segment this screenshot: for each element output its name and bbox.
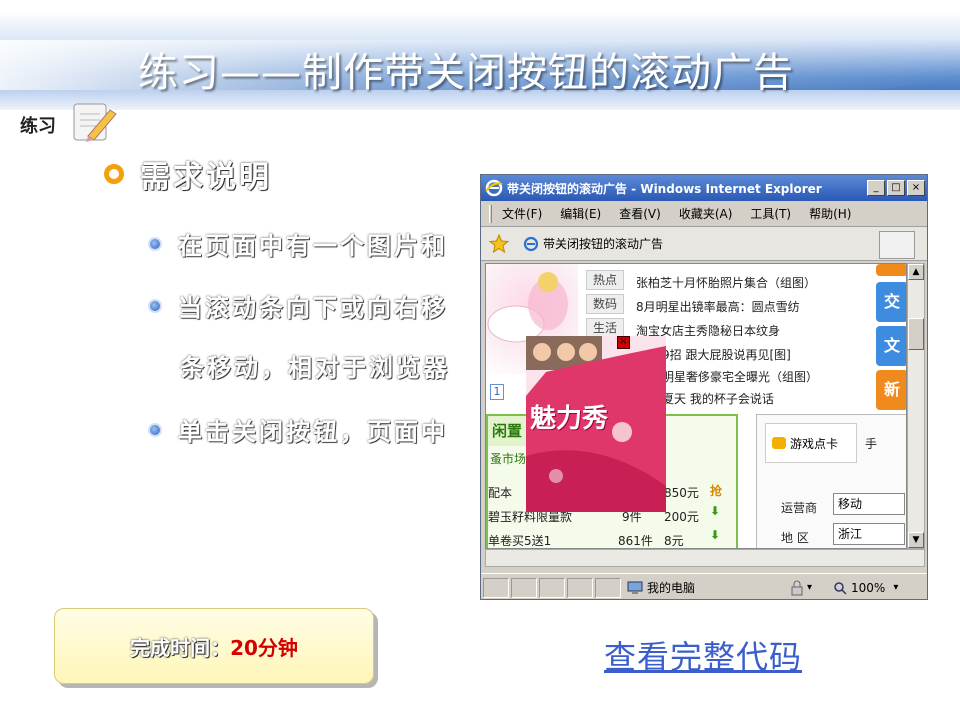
horizontal-scrollbar[interactable] <box>485 549 925 567</box>
menu-file[interactable]: 文件(F) <box>502 205 542 222</box>
news-link[interactable]: 8月明星出镜率最高：圆点雪纺 <box>636 298 800 315</box>
requirements-heading: 需求说明 <box>104 152 272 196</box>
ring-bullet-icon <box>104 164 124 184</box>
region-label: 地 区 <box>781 531 809 545</box>
vertical-scrollbar[interactable]: ▲ ▼ <box>907 263 925 549</box>
menu-help[interactable]: 帮助(H) <box>809 205 851 222</box>
favorites-star-icon[interactable] <box>489 233 509 254</box>
market-item-name[interactable]: 配本 <box>488 484 512 501</box>
market-item-price: 200元 <box>664 510 699 524</box>
time-value: 20分钟 <box>230 635 298 660</box>
pager-button[interactable]: 1 <box>490 384 504 400</box>
news-tag[interactable]: 热点 <box>586 270 624 290</box>
side-button-top[interactable] <box>876 264 906 276</box>
bullet-text: 当滚动条向下或向右移 <box>178 294 448 322</box>
news-link[interactable]: 9招 跟大屁股说再见[图] <box>662 346 791 363</box>
carrier-label: 运营商 <box>781 501 818 515</box>
menu-grip <box>489 204 492 223</box>
page-viewport[interactable]: 热点 数码 生活 张柏芝十月怀胎照片集合（组图） 8月明星出镜率最高：圆点雪纺 … <box>485 263 907 549</box>
chevron-down-icon: ▾ <box>807 582 813 593</box>
time-label: 完成时间： <box>130 635 231 660</box>
ad-text: 魅力秀 <box>530 404 609 434</box>
menu-view[interactable]: 查看(V) <box>619 205 661 222</box>
phone-tab[interactable]: 手 <box>865 435 877 452</box>
view-code-link[interactable]: 查看完整代码 <box>604 632 802 678</box>
page-ie-icon <box>523 236 539 251</box>
market-item-price: 850元 <box>664 486 699 500</box>
ie-titlebar: 带关闭按钮的滚动广告 - Windows Internet Explorer _… <box>481 175 927 201</box>
completion-time-box: 完成时间： 20分钟 <box>54 608 374 684</box>
scroll-thumb[interactable] <box>908 318 924 350</box>
recharge-panel: 游戏点卡 手 运营商 移动 地 区 浙江 <box>756 414 906 548</box>
dot-bullet-icon <box>148 422 162 437</box>
status-cell <box>511 577 537 598</box>
requirements-heading-text: 需求说明 <box>140 160 272 195</box>
protected-mode-icon[interactable]: ▾ <box>789 580 829 596</box>
close-window-button[interactable]: × <box>907 180 925 196</box>
ad-close-button[interactable]: × <box>617 336 630 349</box>
computer-icon <box>627 581 643 594</box>
dot-bullet-icon <box>148 236 162 251</box>
news-tag[interactable]: 生活 <box>586 318 624 338</box>
bullet-continuation: 条移动，相对于浏览器 <box>180 354 450 382</box>
floating-ad[interactable]: 魅力秀 <box>526 336 666 512</box>
ie-menubar: 文件(F) 编辑(E) 查看(V) 收藏夹(A) 工具(T) 帮助(H) <box>481 201 927 227</box>
minimize-button[interactable]: _ <box>867 180 885 196</box>
tab-title[interactable]: 带关闭按钮的滚动广告 <box>543 235 663 252</box>
status-cell <box>595 577 621 598</box>
grab-icon[interactable]: 抢 <box>710 482 722 499</box>
lock-icon <box>791 580 803 595</box>
scroll-down-arrow-icon[interactable]: ▼ <box>908 532 924 548</box>
side-button[interactable]: 交 <box>876 282 906 322</box>
region-select[interactable]: 浙江 <box>833 523 905 545</box>
down-arrow-icon[interactable]: ⬇ <box>710 528 720 542</box>
ie-window: 带关闭按钮的滚动广告 - Windows Internet Explorer _… <box>480 174 928 600</box>
menu-tools[interactable]: 工具(T) <box>750 205 791 222</box>
zoom-control[interactable]: 100% ▾ <box>833 581 898 595</box>
bullet-text: 在页面中有一个图片和 <box>178 232 448 260</box>
zoom-icon <box>834 581 847 595</box>
market-item-count: 861件 <box>618 534 653 548</box>
menu-edit[interactable]: 编辑(E) <box>560 205 601 222</box>
game-card-label: 游戏点卡 <box>790 436 839 451</box>
news-link[interactable]: 夏天 我的杯子会说话 <box>662 390 774 407</box>
status-cell <box>483 577 509 598</box>
status-cell <box>567 577 593 598</box>
bullet-item: 在页面中有一个图片和 <box>148 226 448 261</box>
side-button[interactable]: 新 <box>876 370 906 410</box>
bullet-text: 单击关闭按钮，页面中 <box>178 418 448 446</box>
slide-title: 练习——制作带关闭按钮的滚动广告 <box>138 50 794 96</box>
ie-statusbar: 我的电脑 ▾ 100% ▾ <box>481 573 927 599</box>
market-panel-sub[interactable]: 蚤市场 <box>490 450 526 467</box>
dot-bullet-icon <box>148 298 162 313</box>
security-zone: 我的电脑 <box>627 579 787 596</box>
tab-action-button[interactable] <box>879 231 915 259</box>
market-item-price: 8元 <box>664 534 684 548</box>
security-zone-label: 我的电脑 <box>647 581 696 595</box>
practice-label: 练习 <box>18 112 58 138</box>
status-cell <box>539 577 565 598</box>
scroll-up-arrow-icon[interactable]: ▲ <box>908 264 924 280</box>
bullet-item: 单击关闭按钮，页面中 <box>148 412 448 447</box>
bullet-item: 当滚动条向下或向右移 <box>148 288 448 323</box>
news-tag[interactable]: 数码 <box>586 294 624 314</box>
maximize-button[interactable]: □ <box>887 180 905 196</box>
zoom-level: 100% <box>851 580 886 595</box>
market-item-name[interactable]: 单卷买5送1 <box>488 532 551 548</box>
menu-favorites[interactable]: 收藏夹(A) <box>679 205 733 222</box>
news-link[interactable]: 明星奢侈豪宅全曝光（组图） <box>662 368 818 385</box>
down-arrow-icon[interactable]: ⬇ <box>710 504 720 518</box>
carrier-select[interactable]: 移动 <box>833 493 905 515</box>
ie-window-title: 带关闭按钮的滚动广告 - Windows Internet Explorer <box>507 181 822 196</box>
game-card-icon <box>772 437 786 449</box>
practice-badge: 练习 <box>14 100 117 148</box>
ie-tabbar: 带关闭按钮的滚动广告 <box>481 227 927 261</box>
zoom-chevron-down-icon: ▾ <box>893 582 899 593</box>
game-card-tab[interactable]: 游戏点卡 <box>765 423 857 463</box>
market-panel-head: 闲置 <box>488 416 528 446</box>
ie-logo-icon <box>485 179 503 197</box>
pencil-note-icon <box>73 103 117 142</box>
news-link[interactable]: 张柏芝十月怀胎照片集合（组图） <box>636 274 816 291</box>
side-button[interactable]: 文 <box>876 326 906 366</box>
